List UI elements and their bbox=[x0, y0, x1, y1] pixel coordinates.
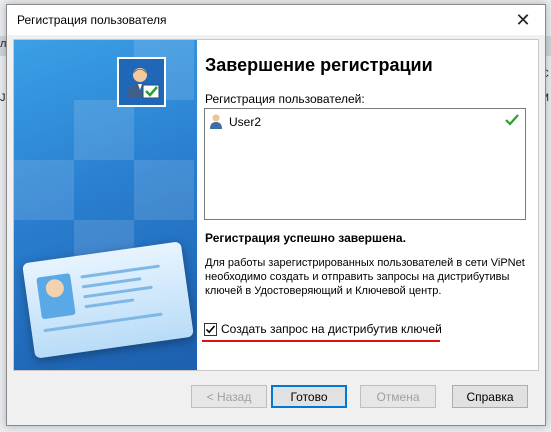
checkbox-check-icon bbox=[205, 324, 216, 333]
page-heading: Завершение регистрации bbox=[205, 55, 433, 75]
create-request-checkbox[interactable] bbox=[204, 322, 217, 336]
close-button[interactable]: ✕ bbox=[501, 5, 545, 35]
dialog-titlebar: Регистрация пользователя ✕ bbox=[7, 5, 545, 35]
help-button[interactable]: Справка bbox=[452, 385, 528, 408]
users-listbox[interactable]: User2 bbox=[204, 108, 526, 220]
user-icon bbox=[209, 113, 223, 132]
dialog-title: Регистрация пользователя bbox=[17, 13, 167, 27]
users-list-label: Регистрация пользователей: bbox=[205, 92, 365, 106]
success-message: Регистрация успешно завершена. bbox=[205, 231, 406, 245]
create-request-label: Создать запрос на дистрибутив ключей bbox=[221, 322, 442, 336]
info-text: Для работы зарегистрированных пользовате… bbox=[205, 257, 525, 297]
user-name: User2 bbox=[229, 115, 262, 129]
cancel-button[interactable]: Отмена bbox=[360, 385, 436, 408]
id-card-illustration bbox=[22, 241, 194, 359]
close-icon: ✕ bbox=[515, 9, 531, 30]
done-button[interactable]: Готово bbox=[271, 385, 347, 408]
wizard-page: Завершение регистрации Регистрация польз… bbox=[13, 39, 539, 371]
list-item[interactable]: User2 bbox=[209, 113, 521, 131]
back-button[interactable]: < Назад bbox=[191, 385, 267, 408]
checkmark-icon bbox=[505, 114, 519, 129]
highlight-underline bbox=[202, 340, 440, 342]
registration-dialog: Регистрация пользователя ✕ Завершение ре… bbox=[6, 4, 546, 426]
create-request-option[interactable]: Создать запрос на дистрибутив ключей bbox=[204, 322, 442, 336]
wizard-banner bbox=[14, 40, 197, 370]
user-check-icon bbox=[117, 57, 166, 107]
